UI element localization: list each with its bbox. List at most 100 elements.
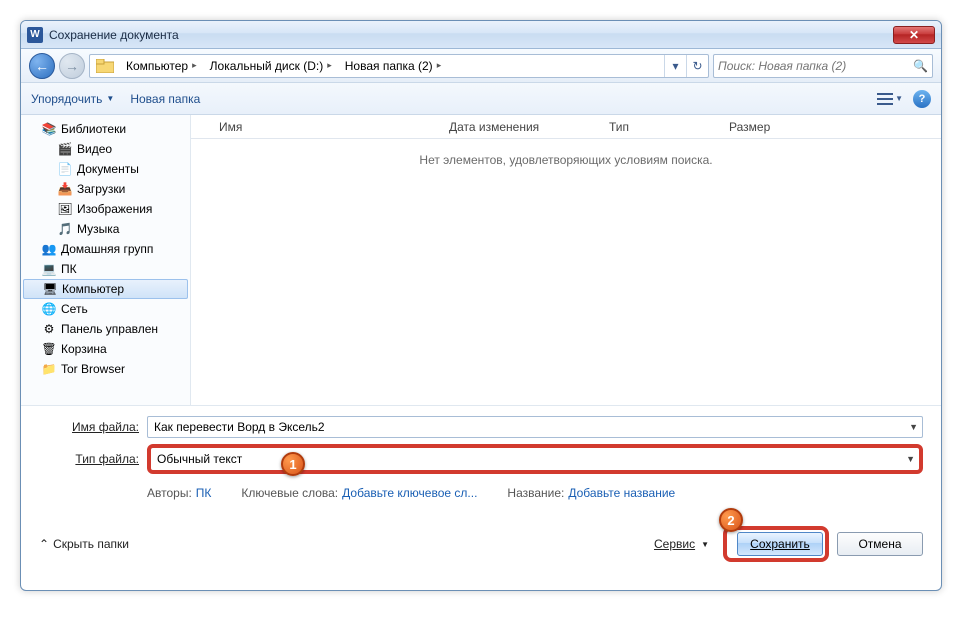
tree-item[interactable]: 🗑 Корзина	[21, 339, 190, 359]
breadcrumb-bar[interactable]: Компьютер▸ Локальный диск (D:)▸ Новая па…	[89, 54, 709, 78]
column-name[interactable]: Имя	[211, 120, 441, 134]
tree-item-icon: 🖥	[42, 281, 58, 297]
new-folder-button[interactable]: Новая папка	[130, 92, 200, 106]
authors-value[interactable]: ПК	[196, 486, 212, 500]
hide-folders-button[interactable]: ⌃ Скрыть папки	[39, 537, 129, 551]
filetype-field[interactable]: Обычный текст ▼ 1	[147, 444, 923, 474]
search-box[interactable]: 🔍	[713, 54, 933, 78]
tree-item-icon: 📁	[41, 361, 57, 377]
refresh-button[interactable]: ↻	[686, 55, 708, 77]
filetype-value: Обычный текст	[157, 452, 242, 466]
tree-item[interactable]: 📄 Документы	[21, 159, 190, 179]
tree-item-label: Tor Browser	[61, 362, 125, 376]
tree-item[interactable]: 👥 Домашняя групп	[21, 239, 190, 259]
tree-item-icon: 🎬	[57, 141, 73, 157]
tree-item-label: Документы	[77, 162, 139, 176]
main-area: 📚 Библиотеки 🎬 Видео 📄 Документы 📥 Загрузки 🖼 Изо…	[21, 115, 941, 405]
tree-item-label: Домашняя групп	[61, 242, 153, 256]
chevron-right-icon: ▸	[327, 60, 332, 71]
tree-item-icon: 🗑	[41, 341, 57, 357]
tree-item[interactable]: 🎵 Музыка	[21, 219, 190, 239]
tree-item[interactable]: 🖥 Компьютер	[23, 279, 188, 299]
annotation-badge-1: 1	[281, 452, 305, 476]
tree-item[interactable]: 📚 Библиотеки	[21, 119, 190, 139]
tree-item[interactable]: 📁 Tor Browser	[21, 359, 190, 379]
chevron-down-icon: ▼	[106, 94, 114, 103]
forward-button[interactable]: →	[59, 53, 85, 79]
filename-input[interactable]	[154, 420, 916, 434]
tree-item[interactable]: ⚙ Панель управлен	[21, 319, 190, 339]
tree-item-icon: 🖼	[57, 201, 73, 217]
service-button[interactable]: Сервис▼	[654, 537, 709, 551]
tree-item-icon: ⚙	[41, 321, 57, 337]
breadcrumb-label: Компьютер	[126, 59, 188, 73]
search-icon[interactable]: 🔍	[913, 59, 928, 73]
keywords-value[interactable]: Добавьте ключевое сл...	[342, 486, 477, 500]
chevron-right-icon: ▸	[437, 60, 442, 71]
breadcrumb-segment[interactable]: Новая папка (2)▸	[339, 55, 448, 77]
tree-item[interactable]: 🌐Сеть	[21, 299, 190, 319]
title-meta-label: Название:	[507, 486, 564, 500]
help-button[interactable]: ?	[913, 90, 931, 108]
empty-message: Нет элементов, удовлетворяющих условиям …	[191, 139, 941, 181]
chevron-right-icon: ▸	[192, 60, 197, 71]
save-button[interactable]: Сохранить	[737, 532, 823, 556]
tree-item-icon: 📥	[57, 181, 73, 197]
column-size[interactable]: Размер	[721, 120, 801, 134]
tree-item-icon: 🎵	[57, 221, 73, 237]
tree-item-label: Видео	[77, 142, 112, 156]
toolbar: Упорядочить▼ Новая папка ▼ ?	[21, 83, 941, 115]
annotation-badge-2: 2	[719, 508, 743, 532]
folder-icon	[94, 56, 116, 76]
cancel-button[interactable]: Отмена	[837, 532, 923, 556]
tree-item-label: Библиотеки	[61, 122, 126, 136]
search-input[interactable]	[718, 59, 913, 73]
chevron-down-icon[interactable]: ▼	[909, 422, 918, 432]
tree-item-icon: 📄	[57, 161, 73, 177]
chevron-down-icon: ▼	[701, 540, 709, 549]
tree-item-label: Музыка	[77, 222, 119, 236]
tree-item[interactable]: 📥 Загрузки	[21, 179, 190, 199]
save-dialog-window: W Сохранение документа ✕ ← → Компьютер▸ …	[20, 20, 942, 591]
chevron-down-icon[interactable]: ▼	[906, 454, 915, 464]
filename-field[interactable]: ▼	[147, 416, 923, 438]
tree-item-icon: 👥	[41, 241, 57, 257]
window-title: Сохранение документа	[49, 28, 179, 42]
tree-item[interactable]: 🎬 Видео	[21, 139, 190, 159]
tree-item[interactable]: 🖼 Изображения	[21, 199, 190, 219]
filename-label: Имя файла:	[39, 420, 147, 434]
word-icon: W	[27, 27, 43, 43]
breadcrumb-label: Локальный диск (D:)	[210, 59, 324, 73]
authors-label: Авторы:	[147, 486, 192, 500]
view-icon	[877, 92, 893, 106]
filetype-label: Тип файла:	[39, 452, 147, 466]
chevron-down-icon: ▼	[895, 94, 903, 103]
tree-item-label: Панель управлен	[61, 322, 158, 336]
save-button-highlight: Сохранить 2	[723, 526, 829, 562]
column-type[interactable]: Тип	[601, 120, 721, 134]
title-meta-value[interactable]: Добавьте название	[568, 486, 675, 500]
organize-button[interactable]: Упорядочить▼	[31, 92, 114, 106]
tree-item-label: Изображения	[77, 202, 152, 216]
tree-item-label: Загрузки	[77, 182, 125, 196]
tree-item-label: Корзина	[61, 342, 107, 356]
tree-item-label: Компьютер	[62, 282, 124, 296]
breadcrumb-dropdown[interactable]: ▾	[664, 55, 686, 77]
tree-item-icon: 🌐	[41, 301, 57, 317]
tree-item-label: ПК	[61, 262, 77, 276]
breadcrumb-segment[interactable]: Компьютер ▸	[120, 55, 204, 77]
back-button[interactable]: ←	[29, 53, 55, 79]
titlebar[interactable]: W Сохранение документа ✕	[21, 21, 941, 49]
tree-item[interactable]: 💻 ПК	[21, 259, 190, 279]
keywords-label: Ключевые слова:	[241, 486, 338, 500]
view-mode-button[interactable]: ▼	[877, 92, 903, 106]
close-button[interactable]: ✕	[893, 26, 935, 44]
tree-item-icon: 💻	[41, 261, 57, 277]
navigation-bar: ← → Компьютер▸ Локальный диск (D:)▸ Нова…	[21, 49, 941, 83]
column-date[interactable]: Дата изменения	[441, 120, 601, 134]
column-headers[interactable]: Имя Дата изменения Тип Размер	[191, 115, 941, 139]
tree-item-icon: 📚	[41, 121, 57, 137]
folder-tree[interactable]: 📚 Библиотеки 🎬 Видео 📄 Документы 📥 Загрузки 🖼 Изо…	[21, 115, 191, 405]
file-list-pane: Имя Дата изменения Тип Размер Нет элемен…	[191, 115, 941, 405]
breadcrumb-segment[interactable]: Локальный диск (D:)▸	[204, 55, 339, 77]
